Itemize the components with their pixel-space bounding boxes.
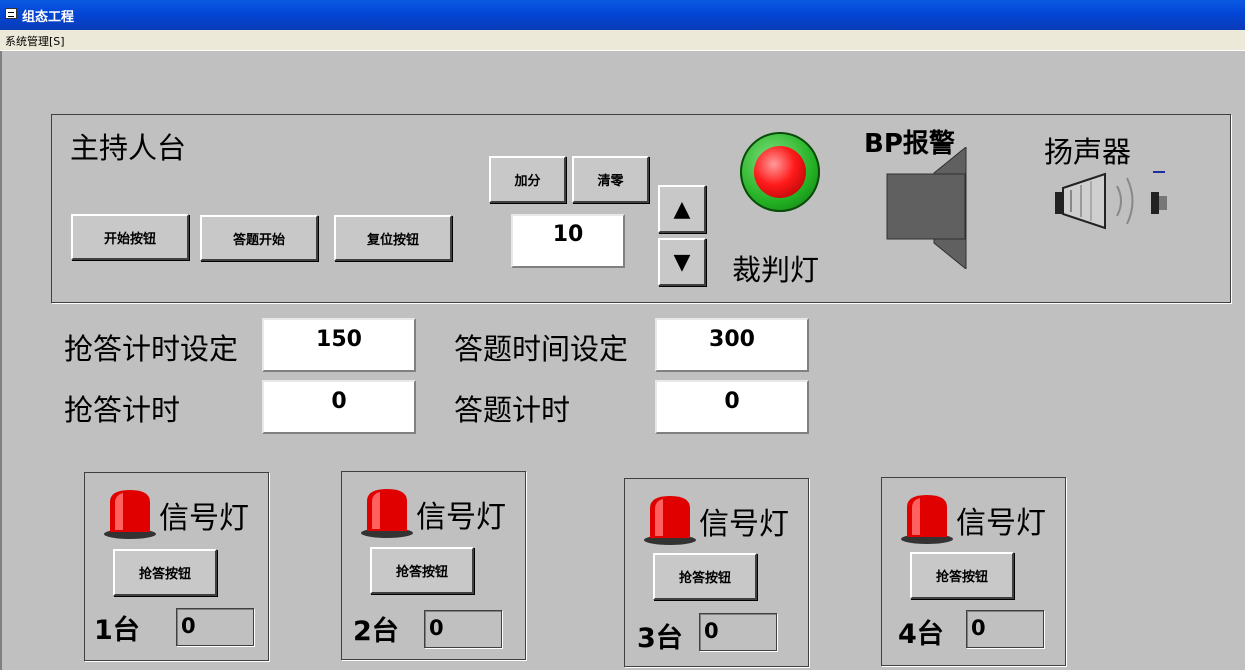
grab-button-3[interactable]: 抢答按钮	[653, 553, 757, 600]
station-panel-2: 信号灯 抢答按钮 2台 0	[341, 471, 526, 660]
host-panel: 主持人台 开始按钮 答题开始 复位按钮 加分 清零 10 ▲ ▼ 裁判灯 BP报…	[51, 114, 1231, 303]
station-name-2: 2台	[353, 616, 399, 647]
alarm-horn-icon	[886, 147, 967, 269]
title-bar: 组态工程	[0, 0, 1245, 30]
arrow-down-icon: ▼	[673, 249, 691, 275]
station-value-3: 0	[699, 613, 777, 651]
grab-button-2[interactable]: 抢答按钮	[370, 547, 474, 594]
answer-set-label: 答题时间设定	[454, 332, 629, 366]
grab-set-field[interactable]: 150	[262, 318, 416, 372]
start-button[interactable]: 开始按钮	[71, 214, 189, 260]
signal-lamp-icon	[361, 489, 413, 538]
station-value-1: 0	[176, 608, 254, 646]
station-panel-4: 信号灯 抢答按钮 4台 0	[881, 477, 1066, 666]
signal-lamp-label: 信号灯	[956, 506, 1046, 541]
station-value-4: 0	[966, 610, 1044, 648]
app-icon	[5, 8, 17, 19]
station-name-4: 4台	[898, 619, 944, 650]
station-panel-3: 信号灯 抢答按钮 3台 0	[624, 478, 809, 667]
station-panel-1: 信号灯 抢答按钮 1台 0	[84, 472, 269, 661]
increment-button[interactable]: ▲	[658, 185, 706, 233]
judge-lamp	[740, 132, 820, 212]
grab-timer-label: 抢答计时	[64, 393, 181, 427]
station-value-2: 0	[424, 610, 502, 648]
signal-lamp-icon	[901, 495, 953, 544]
signal-lamp-label: 信号灯	[699, 507, 789, 542]
speaker-icon	[1055, 171, 1167, 230]
signal-lamp-label: 信号灯	[159, 501, 249, 536]
host-title: 主持人台	[70, 131, 187, 165]
answer-start-button[interactable]: 答题开始	[200, 215, 318, 261]
answer-timer-field[interactable]: 0	[655, 380, 809, 434]
add-score-button[interactable]: 加分	[489, 156, 566, 203]
grab-set-label: 抢答计时设定	[64, 332, 239, 366]
clear-button[interactable]: 清零	[572, 156, 649, 203]
speaker-label: 扬声器	[1044, 135, 1132, 169]
grab-timer-field[interactable]: 0	[262, 380, 416, 434]
signal-lamp-icon	[644, 496, 696, 545]
judge-lamp-core	[754, 146, 806, 198]
signal-lamp-label: 信号灯	[416, 500, 506, 535]
grab-button-1[interactable]: 抢答按钮	[113, 549, 217, 596]
answer-set-field[interactable]: 300	[655, 318, 809, 372]
decrement-button[interactable]: ▼	[658, 238, 706, 286]
station-name-1: 1台	[94, 615, 140, 646]
grab-button-4[interactable]: 抢答按钮	[910, 552, 1014, 599]
judge-lamp-label: 裁判灯	[732, 253, 820, 287]
reset-button[interactable]: 复位按钮	[334, 215, 452, 261]
station-name-3: 3台	[637, 623, 683, 654]
window-title: 组态工程	[22, 10, 75, 25]
arrow-up-icon: ▲	[673, 196, 691, 222]
menu-system[interactable]: 系统管理[S]	[5, 33, 65, 49]
score-field[interactable]: 10	[511, 214, 625, 268]
signal-lamp-icon	[104, 490, 156, 539]
answer-timer-label: 答题计时	[454, 393, 571, 427]
hmi-canvas: 主持人台 开始按钮 答题开始 复位按钮 加分 清零 10 ▲ ▼ 裁判灯 BP报…	[0, 51, 1245, 670]
menu-bar: 系统管理[S]	[0, 30, 1245, 51]
